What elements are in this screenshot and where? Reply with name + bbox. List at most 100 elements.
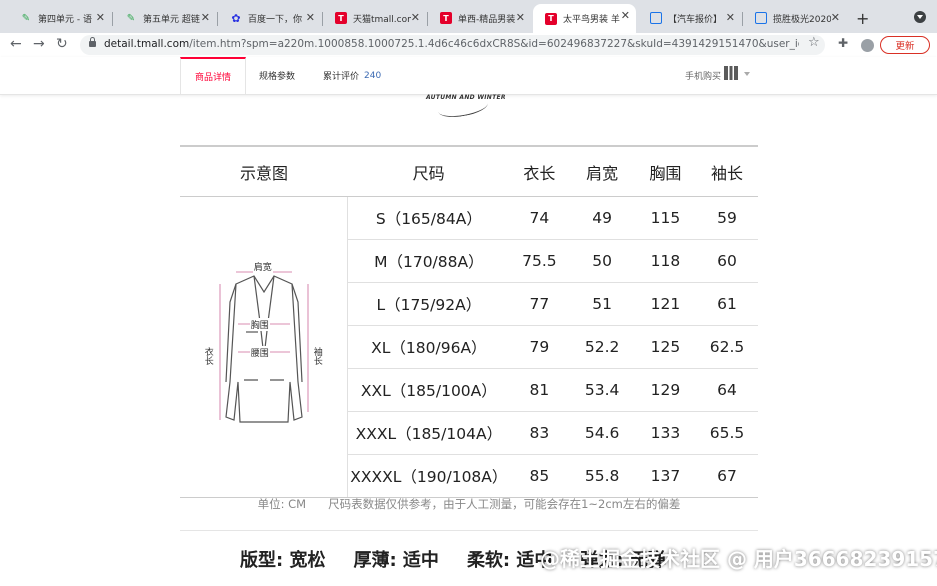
- tab-reviews[interactable]: 累计评价 240: [323, 57, 381, 94]
- size-note: 单位: CM 尺码表数据仅供参考，由于人工测量，可能会存在1~2cm左右的偏差: [180, 496, 758, 512]
- extensions-icon[interactable]: ✚: [838, 36, 848, 50]
- measurement-value: 61: [696, 282, 758, 326]
- bookmark-star-icon[interactable]: ☆: [808, 35, 820, 50]
- tab-search-icon[interactable]: [914, 11, 926, 23]
- tab-title: 太平鸟男装 羊: [563, 15, 620, 25]
- attribute-item: 版型: 宽松: [240, 550, 326, 571]
- close-icon[interactable]: ✕: [201, 11, 210, 24]
- measurement-value: 81: [509, 368, 570, 412]
- size-label: S（165/84A）: [347, 196, 510, 240]
- back-icon[interactable]: ←: [10, 36, 22, 52]
- brand-logo-text: AUTUMN AND WINTER: [426, 94, 506, 101]
- diagram-label-shoulder: 肩宽: [252, 260, 273, 273]
- tab-label: 规格参数: [259, 72, 296, 82]
- measurement-value: 65.5: [696, 411, 758, 455]
- size-label: L（175/92A）: [347, 282, 510, 326]
- tmall-icon: T: [440, 12, 452, 24]
- column-header: 示意图: [180, 145, 348, 197]
- measurement-value: 51: [569, 282, 635, 326]
- close-icon[interactable]: ✕: [516, 11, 525, 24]
- column-header: 尺码: [347, 145, 510, 197]
- tab-title: 天猫tmall.com: [353, 14, 411, 25]
- leaf-icon: ✎: [21, 12, 31, 24]
- new-tab-button[interactable]: +: [856, 9, 869, 28]
- size-table-header: 示意图 尺码 衣长 肩宽 胸围 袖长: [180, 145, 758, 197]
- diagram-wrapper: 肩宽 胸围 腰围 衣长 袖长: [194, 260, 334, 432]
- qr-code-icon[interactable]: [724, 66, 738, 80]
- close-icon[interactable]: ✕: [411, 11, 420, 24]
- url-text: detail.tmall.com/item.htm?spm=a220m.1000…: [104, 38, 799, 50]
- browser-tab[interactable]: 【汽车报价】 ✕: [638, 6, 741, 30]
- update-label: 更新: [895, 41, 915, 52]
- close-icon[interactable]: ✕: [306, 11, 315, 24]
- measurement-value: 125: [634, 325, 697, 369]
- tab-label: 累计评价: [323, 72, 360, 82]
- update-button[interactable]: 更新: [880, 36, 930, 54]
- measurement-value: 67: [696, 454, 758, 498]
- measurement-value: 118: [634, 239, 697, 283]
- measurement-value: 115: [634, 196, 697, 240]
- measurement-value: 121: [634, 282, 697, 326]
- product-tab-bar: 商品详情 规格参数 累计评价 240 手机购买: [0, 57, 937, 95]
- tab-title: 【汽车报价】: [668, 14, 723, 25]
- browser-tab[interactable]: T 单西-精品男装 ✕: [428, 6, 531, 30]
- measurement-value: 77: [509, 282, 570, 326]
- lock-icon: [89, 37, 96, 47]
- size-label: XL（180/96A）: [347, 325, 510, 369]
- column-header: 袖长: [696, 145, 758, 197]
- size-label: M（170/88A）: [347, 239, 510, 283]
- tab-title: 揽胜极光2020: [773, 14, 831, 25]
- measurement-value: 62.5: [696, 325, 758, 369]
- unit-label: 单位: CM: [257, 497, 307, 511]
- measurement-value: 60: [696, 239, 758, 283]
- review-count: 240: [364, 70, 382, 81]
- size-label: XXXXL（190/108A）: [347, 454, 510, 498]
- leaf-icon: ✎: [126, 12, 136, 24]
- browser-tab[interactable]: 揽胜极光2020 ✕: [743, 6, 846, 30]
- tab-product-detail[interactable]: 商品详情: [180, 57, 246, 94]
- measurement-value: 85: [509, 454, 570, 498]
- mobile-buy-label[interactable]: 手机购买: [685, 69, 721, 82]
- size-label: XXXL（185/104A）: [347, 411, 510, 455]
- size-table-body: 肩宽 胸围 腰围 衣长 袖长 S（165/84A） 74 49 115 59 M（170/88A） 7…: [180, 196, 758, 498]
- measurement-value: 64: [696, 368, 758, 412]
- browser-tab-strip: ✎ 第四单元 - 语 ✕ ✎ 第五单元 超链 ✕ ✿ 百度一下，你 ✕ T 天猫tmall.com ✕…: [0, 0, 937, 33]
- diagram-label-length: 衣长: [202, 347, 213, 365]
- table-row: 肩宽 胸围 腰围 衣长 袖长 S（165/84A） 74 49 115 59: [180, 196, 758, 498]
- forward-icon[interactable]: →: [33, 36, 45, 52]
- watermark: @稀土掘金技术社区 @ 用户3666823915731: [540, 547, 937, 571]
- browser-tab[interactable]: ✎ 第五单元 超链 ✕: [113, 6, 216, 30]
- browser-tab[interactable]: T 太平鸟男装 羊 ✕: [533, 4, 636, 33]
- measurement-value: 52.2: [569, 325, 635, 369]
- browser-tab[interactable]: ✿ 百度一下，你 ✕: [218, 6, 321, 30]
- measurement-value: 53.4: [569, 368, 635, 412]
- size-diagram-cell: 肩宽 胸围 腰围 衣长 袖长: [180, 196, 349, 498]
- browser-tab[interactable]: T 天猫tmall.com ✕: [323, 6, 426, 30]
- chevron-down-icon[interactable]: [744, 72, 750, 76]
- address-bar[interactable]: detail.tmall.com/item.htm?spm=a220m.1000…: [80, 35, 825, 55]
- browser-tab[interactable]: ✎ 第四单元 - 语 ✕: [8, 6, 111, 30]
- attribute-item: 厚薄: 适中: [353, 550, 439, 571]
- close-icon[interactable]: ✕: [726, 11, 735, 24]
- tab-specs[interactable]: 规格参数: [259, 57, 295, 94]
- close-icon[interactable]: ✕: [96, 11, 105, 24]
- size-table: 示意图 尺码 衣长 肩宽 胸围 袖长 肩宽 胸围 腰围 衣长 袖长 S（165/84A） 74 49 11…: [180, 145, 758, 498]
- column-header: 衣长: [509, 145, 570, 197]
- measurement-value: 137: [634, 454, 697, 498]
- tab-label: 商品详情: [194, 73, 231, 83]
- tab-title: 第五单元 超链: [143, 14, 200, 25]
- tab-title: 百度一下，你: [248, 14, 303, 25]
- column-header: 肩宽: [569, 145, 635, 197]
- measurement-value: 54.6: [569, 411, 635, 455]
- close-icon[interactable]: ✕: [621, 9, 630, 22]
- reload-icon[interactable]: ↻: [56, 36, 68, 52]
- page-icon: [650, 12, 662, 24]
- close-icon[interactable]: ✕: [831, 11, 840, 24]
- measurement-value: 74: [509, 196, 570, 240]
- diagram-label-sleeve: 袖长: [311, 347, 322, 365]
- profile-avatar[interactable]: [861, 39, 874, 52]
- measurement-value: 59: [696, 196, 758, 240]
- column-header: 胸围: [634, 145, 697, 197]
- measurement-value: 75.5: [509, 239, 570, 283]
- measurement-value: 55.8: [569, 454, 635, 498]
